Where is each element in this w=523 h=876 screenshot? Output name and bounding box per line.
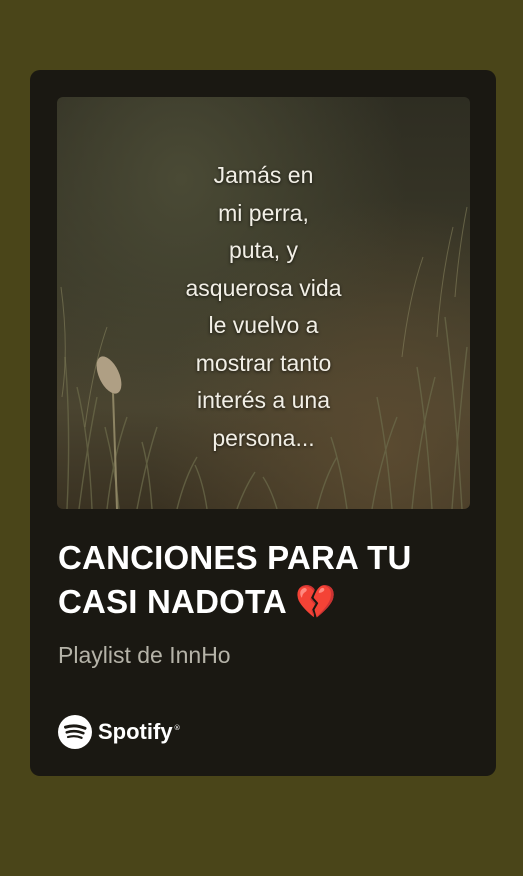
playlist-cover-image: Jamás en mi perra, puta, y asquerosa vid… [57, 97, 470, 509]
spotify-logo-icon [58, 715, 92, 749]
playlist-title: CANCIONES PARA TU CASI NADOTA 💔 [58, 539, 412, 620]
cover-quote-text: Jamás en mi perra, puta, y asquerosa vid… [185, 162, 342, 451]
playlist-owner-subtitle: Playlist de InnHo [58, 642, 231, 668]
spotify-brand-name: Spotify [98, 719, 173, 744]
spotify-brand[interactable]: Spotify ® [58, 714, 181, 750]
playlist-share-card[interactable]: Jamás en mi perra, puta, y asquerosa vid… [30, 70, 496, 776]
trademark-mark: ® [173, 724, 181, 732]
